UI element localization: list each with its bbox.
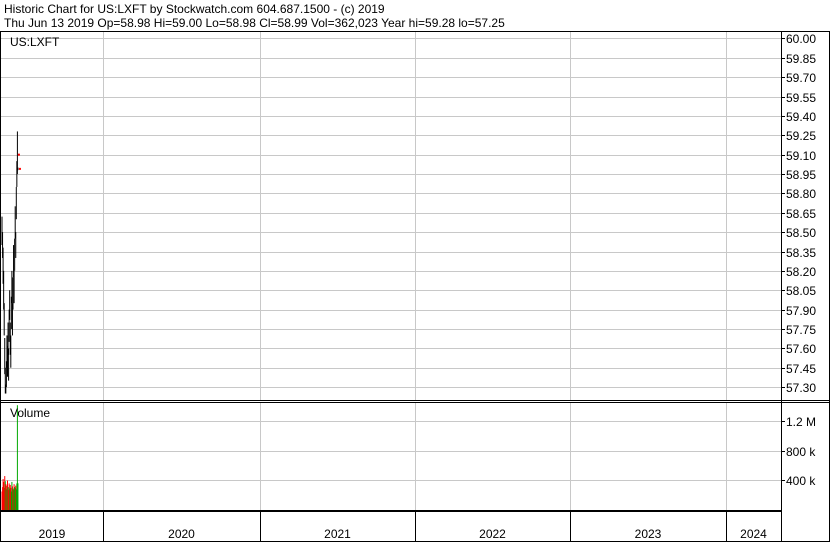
price-axis-tick-label: 59.55 [786, 90, 817, 105]
volume-axis-tick-label: 1.2 M [786, 414, 817, 429]
price-axis-tick-label: 58.65 [786, 206, 817, 221]
x-axis-year-label: 2019 [38, 527, 66, 541]
price-axis-tick-label: 57.90 [786, 303, 817, 318]
price-panel-title: US:LXFT [10, 35, 60, 49]
price-axis-tick-label: 58.35 [786, 245, 817, 260]
price-axis-tick-label: 59.10 [786, 148, 817, 163]
price-axis-tick-label: 59.85 [786, 51, 817, 66]
price-close-marker [18, 167, 21, 170]
price-axis-tick-label: 58.95 [786, 167, 817, 182]
price-axis-tick-label: 57.75 [786, 322, 817, 337]
price-axis-tick-label: 58.50 [786, 225, 817, 240]
volume-axis-tick-label: 400 k [786, 473, 816, 488]
price-axis-tick-label: 57.60 [786, 341, 817, 356]
x-axis-year-label: 2021 [324, 527, 351, 541]
volume-panel-title: Volume [10, 406, 51, 420]
price-axis-tick-label: 57.45 [786, 361, 817, 376]
price-axis-tick-label: 59.40 [786, 109, 817, 124]
price-close-marker [17, 153, 20, 156]
price-axis-tick-label: 57.30 [786, 380, 817, 395]
x-axis-year-label: 2022 [479, 527, 506, 541]
x-axis-year-label: 2020 [168, 527, 195, 541]
price-axis-tick-label: 58.05 [786, 283, 817, 298]
price-axis-tick-label: 59.25 [786, 128, 817, 143]
price-axis-tick-label: 58.20 [786, 264, 817, 279]
volume-axis-tick-label: 800 k [786, 444, 816, 459]
x-axis-year-label: 2024 [740, 527, 767, 541]
price-axis-tick-label: 58.80 [786, 186, 817, 201]
x-axis-year-label: 2023 [634, 527, 662, 541]
price-axis-tick-label: 60.00 [786, 31, 817, 46]
historic-chart [0, 31, 830, 542]
price-axis-tick-label: 59.70 [786, 70, 817, 85]
